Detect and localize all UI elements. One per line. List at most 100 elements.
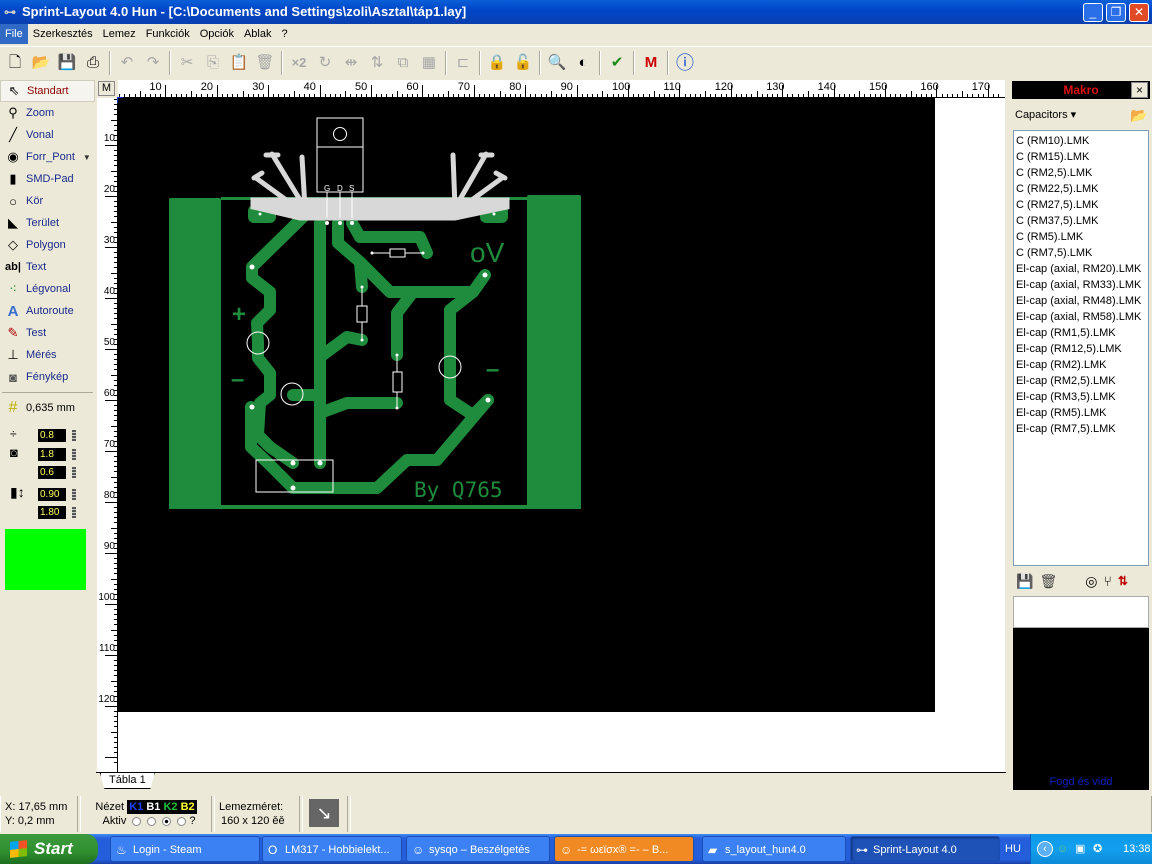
redo-icon[interactable]: ↷ [140, 50, 166, 76]
taskbar-item[interactable]: ⊶ Sprint-Layout 4.0 [850, 836, 1000, 862]
macro-item[interactable]: El-cap (axial, RM58).LMK [1016, 309, 1146, 325]
layer-color-swatch[interactable] [5, 529, 86, 590]
msn-tray-icon[interactable]: ☺ [1057, 834, 1068, 864]
taskbar-item[interactable]: ♨ Login - Steam [110, 836, 260, 862]
macro-preview[interactable]: Fogd és vidd [1013, 628, 1149, 790]
tool-line[interactable]: ╱ Vonal [0, 124, 95, 146]
tool-standart[interactable]: ⇖ Standart [0, 80, 95, 102]
tool-airwire[interactable]: ⁖ Légvonal [0, 278, 95, 300]
tool-polygon[interactable]: ◇ Polygon [0, 234, 95, 256]
macro-item[interactable]: C (RM2,5).LMK [1016, 165, 1146, 181]
split-icon[interactable]: ⑂ [1103, 573, 1111, 589]
contrast-icon[interactable]: ◐ [570, 50, 596, 76]
macro-item[interactable]: El-cap (RM3,5).LMK [1016, 389, 1146, 405]
tool-area[interactable]: ◣ Terület [0, 212, 95, 234]
spinner[interactable] [72, 429, 76, 441]
spinner[interactable] [72, 466, 76, 478]
network-icon[interactable]: ▣ [1075, 834, 1085, 864]
macro-list[interactable]: C (RM10).LMK C (RM15).LMK C (RM2,5).LMK C (… [1013, 130, 1149, 566]
tool-autoroute[interactable]: A Autoroute [0, 300, 95, 322]
layer-k1[interactable]: K1 [129, 801, 143, 813]
lock-icon[interactable]: 🔒 [484, 50, 510, 76]
tool-photo[interactable]: ◙ Fénykép [0, 366, 95, 388]
grid-setting[interactable]: #0,635 mm [0, 397, 95, 419]
layout-canvas[interactable]: oV + – – By Q765 G D S [118, 98, 1005, 772]
new-icon[interactable]: 🗋 [2, 50, 28, 76]
pad-view-icon[interactable]: ◎ [1085, 573, 1097, 590]
macro-item[interactable]: El-cap (RM5).LMK [1016, 405, 1146, 421]
tool-circle[interactable]: ○ Kör [0, 190, 95, 212]
macro-item[interactable]: El-cap (RM12,5).LMK [1016, 341, 1146, 357]
fill-icon[interactable]: ▦ [416, 50, 442, 76]
taskbar-item[interactable]: ▰ s_layout_hun4.0 [702, 836, 846, 862]
macro-category-select[interactable]: Capacitors ▾ [1012, 105, 1128, 125]
taskbar-item[interactable]: ☺ -= ωεϊσx® =- – B... [554, 836, 694, 862]
trash-icon[interactable]: 🗑 [1039, 573, 1057, 590]
dropdown-arrow-icon[interactable]: ▼ [83, 153, 91, 162]
tool-pad[interactable]: ◉ Forr_Pont ▼ [0, 146, 95, 168]
macro-item[interactable]: C (RM7,5).LMK [1016, 245, 1146, 261]
menu-board[interactable]: Lemez [98, 24, 141, 44]
active-layer-radio[interactable] [132, 816, 142, 826]
open-icon[interactable]: 📂 [28, 50, 54, 76]
taskbar-item[interactable]: O LM317 - Hobbielekt... [262, 836, 402, 862]
copy-icon[interactable]: ⎘ [200, 50, 226, 76]
tool-smd-pad[interactable]: ▮ SMD-Pad [0, 168, 95, 190]
macro-item[interactable]: El-cap (RM7,5).LMK [1016, 421, 1146, 437]
tray-expand-icon[interactable]: ‹ [1037, 841, 1053, 857]
tool-text[interactable]: ab| Text [0, 256, 95, 278]
smd-height-input[interactable]: 1.80 [38, 506, 66, 519]
track-mode-icon[interactable]: ↘ [309, 799, 339, 827]
menu-window[interactable]: Ablak [239, 24, 277, 44]
tool-measure[interactable]: ⊥ Mérés [0, 344, 95, 366]
menu-options[interactable]: Opciók [195, 24, 239, 44]
macro-item[interactable]: El-cap (RM2).LMK [1016, 357, 1146, 373]
spinner[interactable] [72, 506, 76, 518]
cut-icon[interactable]: ✂ [174, 50, 200, 76]
paste-icon[interactable]: 📋 [226, 50, 252, 76]
align-icon[interactable]: ⊏ [450, 50, 476, 76]
language-indicator[interactable]: HU [1005, 834, 1021, 864]
macro-item[interactable]: C (RM5).LMK [1016, 229, 1146, 245]
layer-b1[interactable]: B1 [146, 801, 160, 813]
menu-file[interactable]: File [0, 24, 28, 44]
macro-item[interactable]: C (RM15).LMK [1016, 149, 1146, 165]
minimize-button[interactable]: _ [1083, 3, 1103, 22]
info-icon[interactable]: ⓘ [672, 50, 698, 76]
duplicate-icon[interactable]: ×2 [286, 50, 312, 76]
macro-item[interactable]: C (RM37,5).LMK [1016, 213, 1146, 229]
save-icon[interactable]: 💾 [54, 50, 80, 76]
print-icon[interactable]: ⎙ [80, 50, 106, 76]
taskbar-item[interactable]: ☺ sysqo – Beszélgetés [406, 836, 550, 862]
track-width-input[interactable]: 0.8 [38, 429, 66, 442]
active-layer-radio[interactable] [177, 816, 187, 826]
mirror-v-icon[interactable]: ⇅ [364, 50, 390, 76]
tab-tabla-1[interactable]: Tábla 1 [100, 773, 155, 789]
active-layer-radio[interactable] [162, 816, 172, 826]
macro-item[interactable]: C (RM22,5).LMK [1016, 181, 1146, 197]
maximize-button[interactable]: ❐ [1106, 3, 1126, 22]
macro-item[interactable]: El-cap (axial, RM48).LMK [1016, 293, 1146, 309]
menu-functions[interactable]: Funkciók [141, 24, 195, 44]
layer-b2[interactable]: B2 [181, 801, 195, 813]
spinner[interactable] [72, 488, 76, 500]
active-layer-radio[interactable] [147, 816, 157, 826]
undo-icon[interactable]: ↶ [114, 50, 140, 76]
macro-item[interactable]: El-cap (axial, RM33).LMK [1016, 277, 1146, 293]
measure-origin-button[interactable]: M [98, 81, 115, 96]
smd-width-input[interactable]: 0.90 [38, 488, 66, 501]
drc-icon[interactable]: ✔ [604, 50, 630, 76]
macro-item[interactable]: El-cap (axial, RM20).LMK [1016, 261, 1146, 277]
mirror-h-icon[interactable]: ⇹ [338, 50, 364, 76]
menu-edit[interactable]: Szerkesztés [28, 24, 98, 44]
rotate-icon[interactable]: ↻ [312, 50, 338, 76]
delete-icon[interactable]: 🗑 [252, 50, 278, 76]
group-icon[interactable]: ⧉ [390, 50, 416, 76]
tool-test[interactable]: ✎ Test [0, 322, 95, 344]
start-button[interactable]: Start [0, 834, 98, 864]
close-button[interactable]: ✕ [1129, 3, 1149, 22]
macro-item[interactable]: El-cap (RM2,5).LMK [1016, 373, 1146, 389]
open-folder-icon[interactable]: 📂 [1128, 104, 1150, 126]
macro-item[interactable]: C (RM27,5).LMK [1016, 197, 1146, 213]
macro-item[interactable]: El-cap (RM1,5).LMK [1016, 325, 1146, 341]
